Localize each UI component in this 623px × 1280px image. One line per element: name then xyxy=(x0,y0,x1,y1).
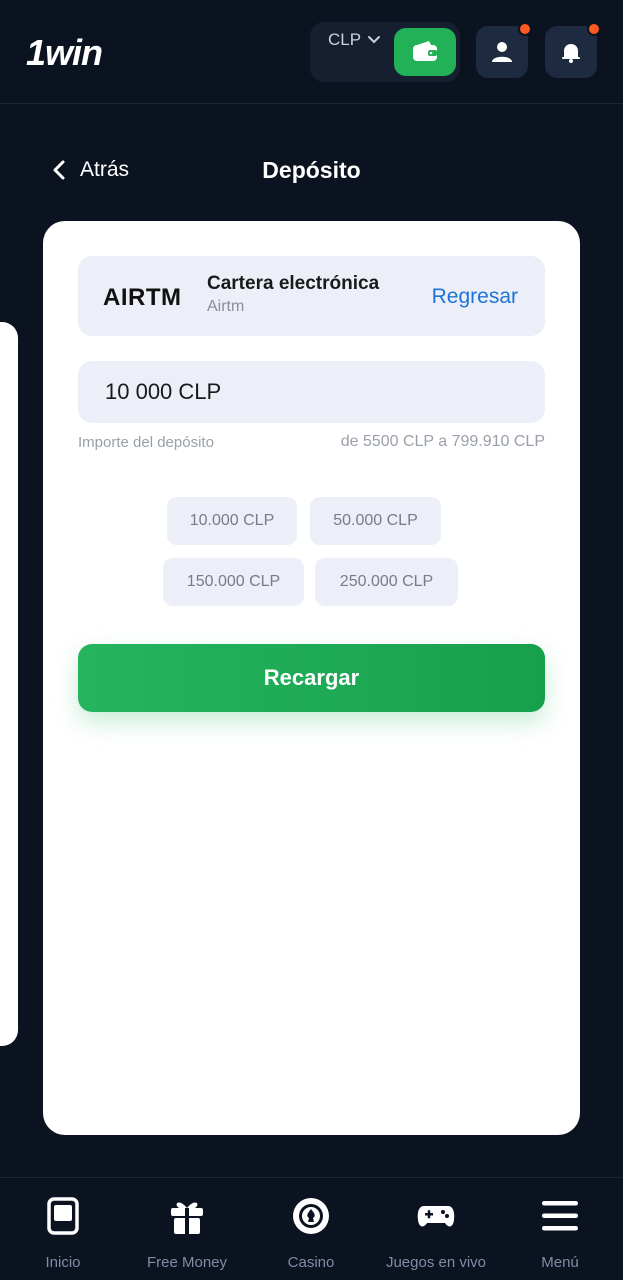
currency-label: CLP xyxy=(328,30,362,49)
deposit-card: AIRTM Cartera electrónica Airtm Regresar… xyxy=(43,221,580,1135)
menu-icon xyxy=(542,1201,578,1231)
amount-input[interactable]: 10 000 CLP xyxy=(78,361,545,423)
notification-dot xyxy=(518,22,532,36)
quick-amount-chip[interactable]: 50.000 CLP xyxy=(310,497,441,545)
side-panel xyxy=(0,322,18,1046)
brand-logo[interactable]: 1win xyxy=(26,32,103,74)
amount-label: Importe del depósito xyxy=(78,434,214,451)
balance-widget[interactable]: CLP xyxy=(310,22,460,82)
gamepad-icon xyxy=(417,1206,455,1227)
nav-item-casino[interactable]: Casino xyxy=(282,1196,340,1271)
wallet-icon xyxy=(413,41,437,61)
chevron-down-icon xyxy=(368,36,381,44)
notifications-button[interactable] xyxy=(545,22,601,78)
amount-range: de 5500 CLP a 799.910 CLP xyxy=(340,433,545,450)
currency-selector[interactable]: CLP xyxy=(328,30,381,50)
user-icon xyxy=(492,42,512,62)
payment-provider: Airtm xyxy=(207,298,245,315)
nav-label: Inicio xyxy=(45,1254,81,1271)
profile-button[interactable] xyxy=(476,22,532,78)
quick-amount-chip[interactable]: 150.000 CLP xyxy=(163,558,304,606)
nav-label: Juegos en vivo xyxy=(385,1254,487,1271)
quick-amount-chip[interactable]: 250.000 CLP xyxy=(315,558,458,606)
nav-item-inicio[interactable]: Inicio xyxy=(36,1196,90,1271)
payment-method-card: AIRTM Cartera electrónica Airtm Regresar xyxy=(78,256,545,336)
nav-item-free-money[interactable]: Free Money xyxy=(140,1196,234,1271)
nav-item-menu[interactable]: Menú xyxy=(536,1196,584,1271)
page-title: Depósito xyxy=(262,157,361,183)
home-icon xyxy=(47,1197,79,1235)
airtm-logo: AIRTM xyxy=(103,284,182,311)
nav-label: Free Money xyxy=(146,1254,228,1271)
nav-label: Menú xyxy=(541,1254,579,1271)
bell-icon xyxy=(562,44,580,63)
quick-amount-chip[interactable]: 10.000 CLP xyxy=(167,497,297,545)
nav-label: Casino xyxy=(287,1254,335,1271)
recharge-button[interactable]: Recargar xyxy=(78,644,545,712)
bottom-navigation: Inicio Free Money Casino Juegos en vivo xyxy=(0,1177,623,1280)
top-header: 1win CLP xyxy=(0,0,623,104)
gift-icon xyxy=(171,1202,203,1234)
change-method-link[interactable]: Regresar xyxy=(432,285,518,309)
notification-dot xyxy=(587,22,601,36)
payment-method-name: Cartera electrónica xyxy=(207,273,380,294)
nav-item-juegos-en-vivo[interactable]: Juegos en vivo xyxy=(378,1196,494,1271)
wallet-button[interactable] xyxy=(394,28,456,76)
casino-chip-icon xyxy=(293,1198,329,1234)
